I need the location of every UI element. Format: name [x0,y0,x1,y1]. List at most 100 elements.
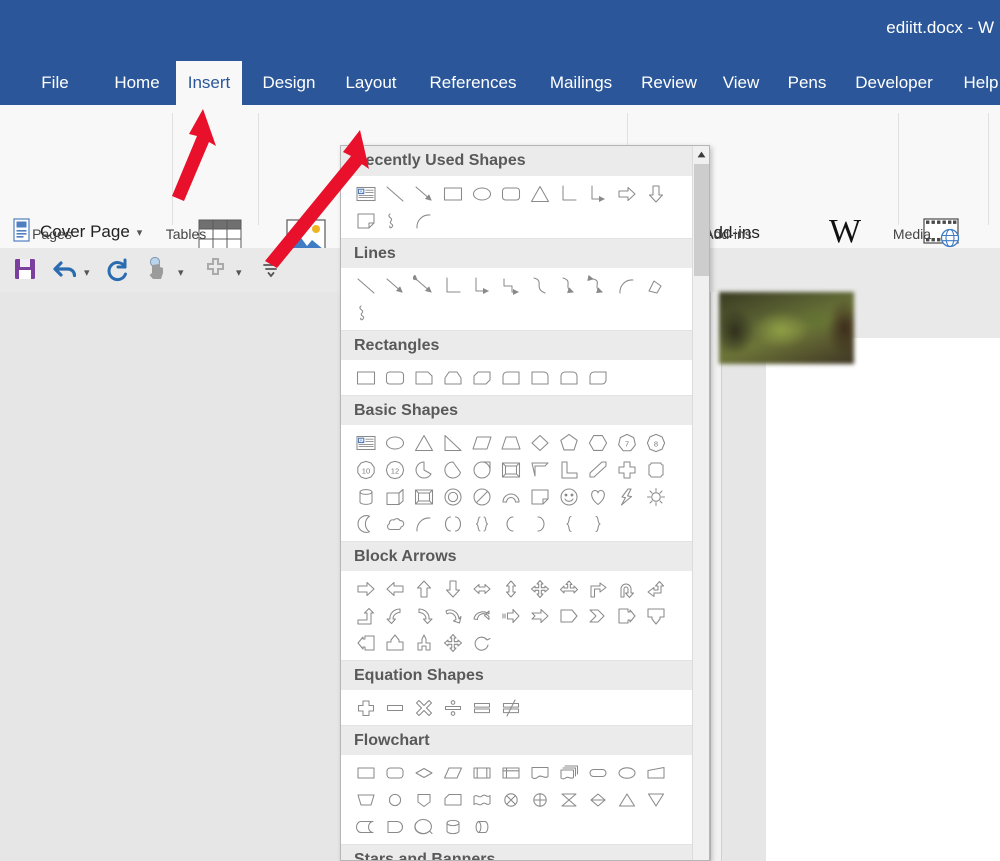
shape-regular-pentagon-plaque[interactable] [641,456,670,483]
shape-striped-right-arrow[interactable] [496,602,525,629]
scroll-up-arrow-icon[interactable] [693,146,709,163]
tab-review[interactable]: Review [628,61,710,105]
shape-triangle[interactable] [525,180,554,207]
shape-process[interactable] [351,759,380,786]
shape-four-way-arrow[interactable] [525,575,554,602]
shape-right-arrow-callout[interactable] [612,602,641,629]
shape-dodecagon[interactable]: 12 [380,456,409,483]
shape-freeform[interactable] [641,272,670,299]
shape-rectangle[interactable] [438,180,467,207]
shape-left-up-arrow[interactable] [641,575,670,602]
undo-dropdown-chevron-icon[interactable]: ▾ [84,266,90,279]
shape-snip-diagonal-corner[interactable] [467,364,496,391]
shape-sun[interactable] [641,483,670,510]
shape-sequential-access-storage[interactable] [467,813,496,840]
shape-manual-input[interactable] [641,759,670,786]
shape-right-arrow[interactable] [612,180,641,207]
shape-elbow-arrow-connector[interactable] [583,180,612,207]
shape-extract[interactable] [612,786,641,813]
shape-left-brace[interactable] [554,510,583,537]
shape-arc[interactable] [409,207,438,234]
shape-round-same-side[interactable] [554,364,583,391]
shape-curved-up-arrow[interactable] [438,602,467,629]
shape-multiply[interactable] [409,694,438,721]
shape-multidocument[interactable] [554,759,583,786]
shape-octagon[interactable]: 8 [641,429,670,456]
shape-donut[interactable] [438,483,467,510]
undo-icon[interactable] [52,256,80,287]
shape-elbow-connector[interactable] [554,180,583,207]
shape-document[interactable] [525,759,554,786]
shape-or[interactable] [525,786,554,813]
shape-delay[interactable] [380,813,409,840]
shape-up-ribbon-arrow[interactable] [409,629,438,656]
shape-down-arrow-callout[interactable] [641,602,670,629]
shape-off-page-connector[interactable] [409,786,438,813]
shape-line[interactable] [380,180,409,207]
shape-down-arrow[interactable] [438,575,467,602]
shape-snip-and-round-corner[interactable] [496,364,525,391]
shape-elbow-double-arrow[interactable] [496,272,525,299]
shape-snip-single-corner[interactable] [409,364,438,391]
tab-layout[interactable]: Layout [334,61,408,105]
shape-double-brace[interactable] [467,510,496,537]
touch-mode-dropdown-chevron-icon[interactable]: ▾ [178,266,184,279]
shape-predefined-process[interactable] [467,759,496,786]
shape-plus[interactable] [351,694,380,721]
shape-snip-same-side[interactable] [438,364,467,391]
shape-lightning-bolt[interactable] [612,483,641,510]
tab-view[interactable]: View [712,61,770,105]
shape-double-bracket[interactable] [438,510,467,537]
shape-hexagon[interactable] [583,429,612,456]
shape-half-frame[interactable] [525,456,554,483]
shape-direct-access-storage[interactable] [438,813,467,840]
shape-curved-down-arrow[interactable] [467,602,496,629]
tab-file[interactable]: File [26,61,84,105]
shape-bevel[interactable] [409,483,438,510]
shape-up-arrow-callout[interactable] [380,629,409,656]
touch-mode-icon[interactable] [144,256,170,287]
shape-trapezoid[interactable] [496,429,525,456]
shape-manual-operation[interactable] [351,786,380,813]
shape-left-arrow[interactable] [380,575,409,602]
shape-textbox[interactable]: A [351,429,380,456]
shape-line-arrow[interactable] [380,272,409,299]
shape-quad-arrow-callout[interactable] [438,629,467,656]
shape-curved-left-arrow[interactable] [380,602,409,629]
shape-elbow-connector[interactable] [438,272,467,299]
tab-insert[interactable]: Insert [176,61,242,105]
gallery-scrollbar[interactable] [692,146,709,860]
shape-cloud[interactable] [380,510,409,537]
document-inserted-image[interactable] [719,292,854,364]
shape-card[interactable] [438,786,467,813]
shape-block-arc[interactable] [496,483,525,510]
shape-decagon[interactable]: 10 [351,456,380,483]
shape-preparation[interactable] [612,759,641,786]
shape-magnetic-disk[interactable] [409,813,438,840]
shape-bent-arrow-up[interactable] [583,575,612,602]
shape-l-shape[interactable] [554,456,583,483]
shape-parallelogram[interactable] [467,429,496,456]
shape-pentagon[interactable] [554,429,583,456]
shape-merge[interactable] [641,786,670,813]
shape-right-bracket[interactable] [525,510,554,537]
shape-minus[interactable] [380,694,409,721]
shape-bent-up-arrow[interactable] [351,602,380,629]
shape-u-turn-arrow[interactable] [612,575,641,602]
shape-decision[interactable] [409,759,438,786]
shape-curve-double-arrow[interactable] [583,272,612,299]
shape-cross[interactable] [612,456,641,483]
shape-round-single-corner[interactable] [525,364,554,391]
shape-line-arrow[interactable] [409,180,438,207]
shape-data[interactable] [438,759,467,786]
shape-rectangle[interactable] [351,364,380,391]
shape-textbox[interactable]: A [351,180,380,207]
shape-three-way-arrow[interactable] [554,575,583,602]
shape-arc[interactable] [612,272,641,299]
shape-circular-arrow[interactable] [467,629,496,656]
shape-connector[interactable] [380,786,409,813]
save-icon[interactable] [12,256,38,287]
tab-design[interactable]: Design [248,61,330,105]
shape-rounded-rectangle[interactable] [496,180,525,207]
shape-equal[interactable] [467,694,496,721]
